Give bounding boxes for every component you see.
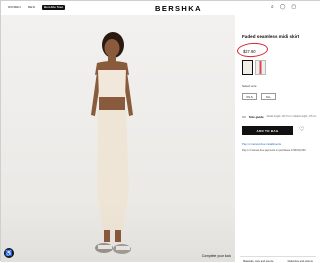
size-options: XS-S M-L	[242, 93, 276, 100]
size-option-m-l[interactable]: M-L	[261, 93, 276, 100]
color-swatch-red-stripe[interactable]	[255, 60, 266, 75]
payment-note: Pay in 4 interest-free payments on purch…	[242, 149, 306, 152]
product-photo[interactable]: ♿ Complete your look	[1, 15, 235, 262]
size-guide-row[interactable]: ▭ Size guide Model height: 167.5 cm / Mo…	[242, 114, 316, 119]
installments-link[interactable]: Pay in interest-free installments	[242, 142, 281, 146]
product-price: $27.90	[243, 49, 256, 54]
bershka-teen-logo[interactable]: Bershka Teen	[42, 5, 65, 10]
select-size-label: Select size	[242, 84, 257, 88]
top-navigation-bar: WOMEN MEN Bershka Teen BERSHKA ⌕ ◯ ▢	[1, 1, 320, 15]
add-to-bag-button[interactable]: ADD TO BAG	[242, 126, 293, 135]
size-guide-label: Size guide	[249, 115, 264, 119]
search-icon[interactable]: ⌕	[271, 4, 274, 10]
color-swatches	[242, 60, 266, 75]
app-window: WOMEN MEN Bershka Teen BERSHKA ⌕ ◯ ▢	[0, 0, 320, 261]
user-icon[interactable]: ◯	[280, 4, 286, 10]
model-fit-note: Model height: 167.5 cm / Model height: 1…	[267, 115, 317, 118]
nav-links: WOMEN MEN Bershka Teen	[8, 5, 65, 10]
add-to-bag-row: ADD TO BAG ♡	[242, 126, 304, 135]
nav-men[interactable]: MEN	[28, 5, 35, 9]
photo-floor-shadow	[1, 202, 235, 262]
heart-icon[interactable]: ♡	[299, 126, 304, 135]
size-option-xs-s[interactable]: XS-S	[242, 93, 257, 100]
nav-women[interactable]: WOMEN	[8, 5, 21, 9]
ruler-icon: ▭	[242, 114, 246, 119]
bershka-teen-logo-text: Bershka Teen	[44, 6, 63, 9]
header-icons: ⌕ ◯ ▢	[271, 4, 296, 10]
color-swatch-cream[interactable]	[242, 60, 253, 75]
brand-logo[interactable]: BERSHKA	[155, 4, 202, 13]
accessibility-icon[interactable]: ♿	[4, 248, 14, 258]
bag-icon[interactable]: ▢	[291, 4, 296, 10]
product-details-panel: Faded seamless midi skirt $27.90 Select …	[235, 15, 320, 262]
product-title: Faded seamless midi skirt	[242, 34, 299, 39]
complete-your-look-link[interactable]: Complete your look	[202, 254, 231, 258]
